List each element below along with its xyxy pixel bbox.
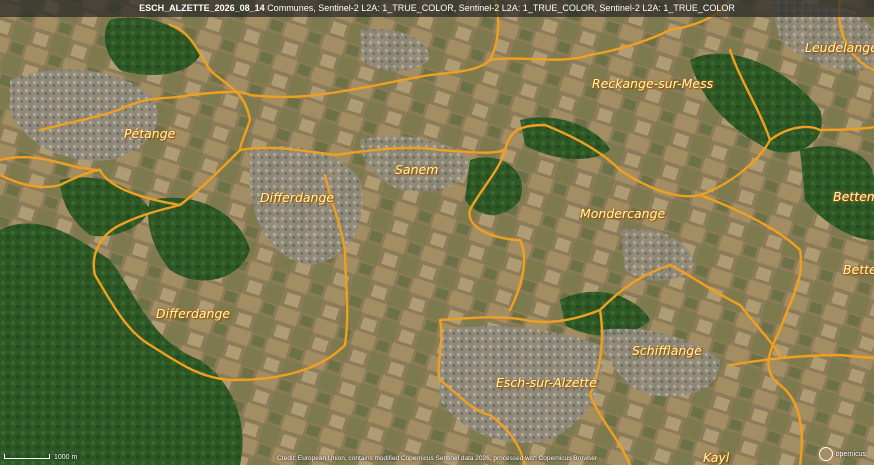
attribution-credit: Credit: European Union, contains modifie… — [276, 455, 598, 462]
map-title-bar: ESCH_ALZETTE_2026_08_14 Communes, Sentin… — [0, 0, 874, 17]
commune-label-reckange: Reckange-sur-Mess — [592, 76, 714, 91]
map-view[interactable]: ESCH_ALZETTE_2026_08_14 Communes, Sentin… — [0, 0, 874, 465]
commune-label-leudelange: Leudelange — [805, 40, 874, 55]
commune-label-sanem: Sanem — [395, 162, 439, 177]
commune-label-mondercange: Mondercange — [580, 206, 666, 221]
layer-description: Communes, Sentinel-2 L2A: 1_TRUE_COLOR, … — [267, 3, 735, 13]
satellite-imagery — [0, 0, 874, 465]
commune-label-differdange-north: Differdange — [260, 190, 335, 205]
copernicus-logo-text: opernicus — [835, 450, 866, 458]
layer-name: ESCH_ALZETTE_2026_08_14 — [139, 3, 265, 13]
commune-label-petange: Pétange — [124, 126, 176, 141]
copernicus-logo-icon — [818, 447, 833, 461]
copernicus-logo: opernicus — [818, 447, 866, 461]
commune-label-differdange-south: Differdange — [156, 306, 231, 321]
commune-label-schifflange: Schifflange — [632, 343, 702, 358]
commune-label-esch: Esch-sur-Alzette — [496, 375, 597, 390]
commune-label-bettembourg-2: Bette — [843, 262, 874, 277]
commune-label-bettembourg: Bettem — [833, 189, 874, 204]
